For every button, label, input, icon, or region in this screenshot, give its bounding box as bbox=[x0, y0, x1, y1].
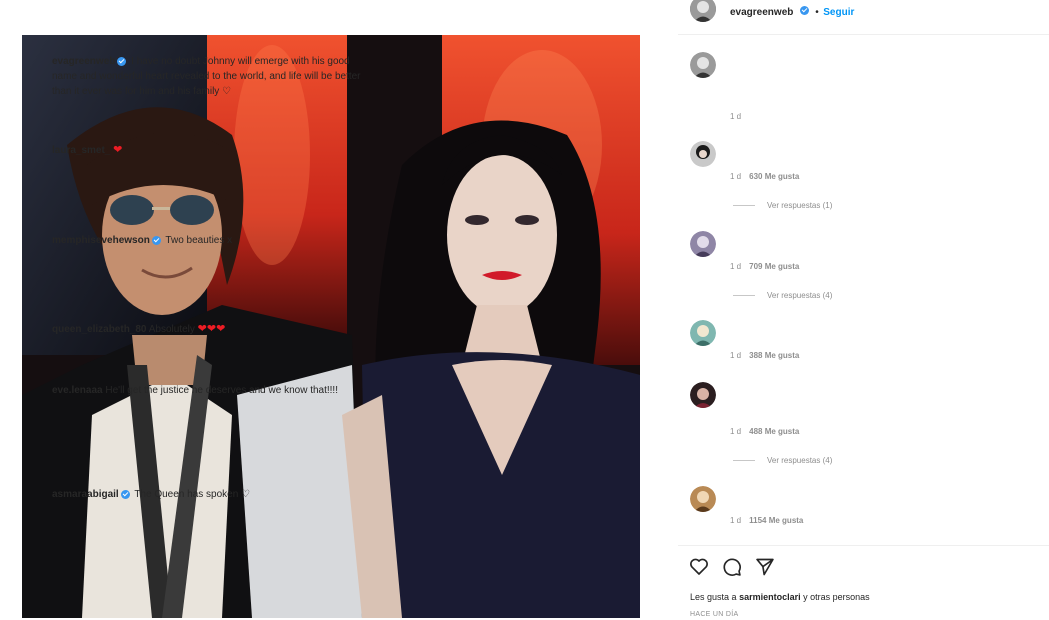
follow-button[interactable]: Seguir bbox=[823, 7, 854, 18]
comment-text: Two beauties x bbox=[165, 235, 233, 246]
post-side-panel bbox=[678, 0, 1049, 620]
replies-line bbox=[733, 205, 755, 207]
view-replies-label: Ver respuestas (4) bbox=[767, 291, 833, 300]
caption-username[interactable]: evagreenweb bbox=[52, 56, 115, 67]
comment-likes[interactable]: 388 Me gusta bbox=[749, 351, 799, 360]
comment-1: laura_smet_ ❤ bbox=[52, 143, 368, 158]
post-header: evagreenweb • Seguir bbox=[730, 2, 854, 20]
comment-username[interactable]: asmaraabigail bbox=[52, 489, 119, 500]
comment-5: asmaraabigail The Queen has spoken ♡ bbox=[52, 487, 368, 502]
verified-icon bbox=[151, 235, 161, 245]
comment-likes[interactable]: 709 Me gusta bbox=[749, 262, 799, 271]
commenter-avatar-image bbox=[690, 141, 716, 167]
header-dot: • bbox=[815, 7, 819, 18]
likes-suffix: y otras personas bbox=[803, 592, 870, 602]
verified-icon bbox=[799, 6, 809, 16]
heart-emoji: ❤ bbox=[197, 323, 207, 335]
comment-text: The Queen has spoken ♡ bbox=[134, 489, 251, 500]
comment-meta: 1 d 388 Me gusta bbox=[730, 351, 799, 360]
comment-likes[interactable]: 488 Me gusta bbox=[749, 427, 799, 436]
comment-time: 1 d bbox=[730, 427, 742, 436]
comment-username[interactable]: eve.lenaaa bbox=[52, 385, 103, 396]
comment-text: Absolutely bbox=[148, 324, 195, 335]
comment-icon[interactable] bbox=[722, 557, 742, 577]
caption: evagreenweb I have no doubt Johnny will … bbox=[52, 54, 368, 99]
comment-likes[interactable]: 1154 Me gusta bbox=[749, 516, 803, 525]
comment-meta: 1 d 630 Me gusta bbox=[730, 172, 799, 181]
view-replies-label: Ver respuestas (1) bbox=[767, 201, 833, 210]
commenter-avatar[interactable] bbox=[690, 382, 716, 408]
heart-emoji: ❤ bbox=[216, 323, 226, 335]
share-icon[interactable] bbox=[755, 557, 775, 577]
comment-4: eve.lenaaa He'll get the justice he dese… bbox=[52, 383, 368, 398]
replies-line bbox=[733, 295, 755, 297]
comment-meta: 1 d 1154 Me gusta bbox=[730, 516, 803, 525]
comment-text: He'll get the justice he deserves and we… bbox=[105, 385, 338, 396]
commenter-avatar[interactable] bbox=[690, 141, 716, 167]
verified-icon bbox=[120, 489, 130, 499]
commenter-avatar-image bbox=[690, 382, 716, 408]
commenter-avatar-image bbox=[690, 486, 716, 512]
comment-likes[interactable]: 630 Me gusta bbox=[749, 172, 799, 181]
view-replies-label: Ver respuestas (4) bbox=[767, 456, 833, 465]
heart-emoji: ❤ bbox=[113, 144, 123, 156]
header-divider bbox=[678, 34, 1049, 35]
commenter-avatar[interactable] bbox=[690, 320, 716, 346]
heart-emoji: ❤ bbox=[206, 323, 217, 335]
comment-meta: 1 d 488 Me gusta bbox=[730, 427, 799, 436]
view-replies-button[interactable]: Ver respuestas (4) bbox=[733, 291, 832, 300]
caption-avatar-image bbox=[690, 52, 716, 78]
caption-avatar[interactable] bbox=[690, 52, 716, 78]
heart-icon[interactable] bbox=[689, 557, 709, 576]
commenter-avatar[interactable] bbox=[690, 486, 716, 512]
likes-prefix: Les gusta a bbox=[690, 592, 737, 602]
comment-time: 1 d bbox=[730, 262, 742, 271]
comment-username[interactable]: laura_smet_ bbox=[52, 145, 110, 156]
comment-meta: 1 d 709 Me gusta bbox=[730, 262, 799, 271]
actions-divider bbox=[678, 545, 1049, 546]
author-username[interactable]: evagreenweb bbox=[730, 7, 793, 18]
verified-icon bbox=[117, 56, 127, 66]
comment-time: 1 d bbox=[730, 351, 742, 360]
replies-line bbox=[733, 460, 755, 462]
likes-user[interactable]: sarmientoclari bbox=[739, 592, 801, 602]
comment-3: queen_elizabeth_80 Absolutely ❤❤❤ bbox=[52, 322, 368, 337]
view-replies-button[interactable]: Ver respuestas (1) bbox=[733, 201, 832, 210]
post-date: HACE UN DÍA bbox=[690, 611, 739, 618]
comment-2: memphisevehewson Two beauties x bbox=[52, 233, 368, 248]
commenter-avatar-image bbox=[690, 231, 716, 257]
caption-time: 1 d bbox=[730, 112, 742, 121]
commenter-avatar-image bbox=[690, 320, 716, 346]
commenter-avatar[interactable] bbox=[690, 231, 716, 257]
comment-username[interactable]: memphisevehewson bbox=[52, 235, 150, 246]
view-replies-button[interactable]: Ver respuestas (4) bbox=[733, 456, 832, 465]
comment-time: 1 d bbox=[730, 172, 742, 181]
likes-summary: Les gusta a sarmientoclari y otras perso… bbox=[690, 592, 870, 602]
comment-username[interactable]: queen_elizabeth_80 bbox=[52, 324, 146, 335]
comment-time: 1 d bbox=[730, 516, 742, 525]
